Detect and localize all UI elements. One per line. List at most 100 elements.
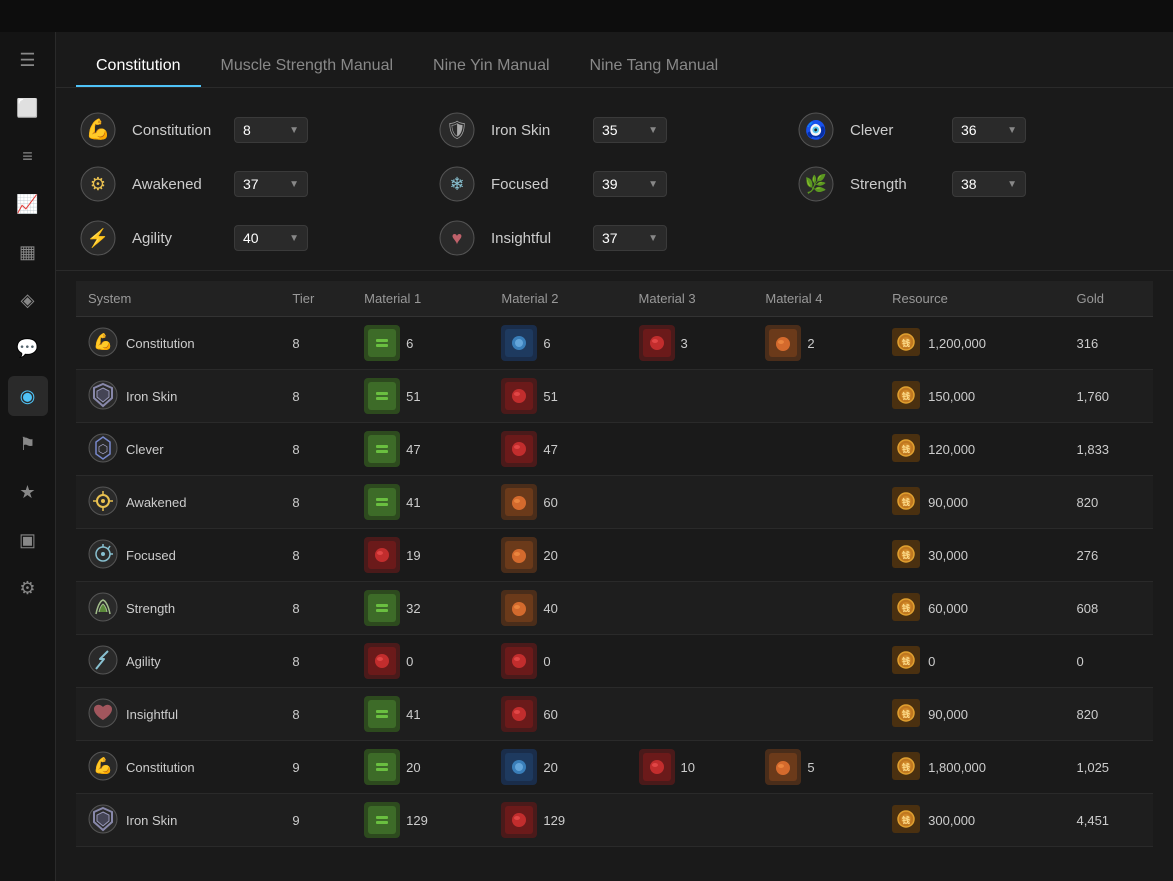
resource-cell: 钱1,800,000: [880, 741, 1064, 794]
resource-content: 钱120,000: [892, 434, 1052, 465]
circle-icon[interactable]: ◉: [8, 376, 48, 416]
resource-cell: 钱90,000: [880, 476, 1064, 529]
material-count: 129: [543, 813, 565, 828]
resource-cell: 钱1,200,000: [880, 317, 1064, 370]
system-cell: 💪Constitution: [76, 317, 280, 370]
stat-row-focused: ❄ Focused 39▼: [435, 162, 794, 206]
system-cell: Iron Skin: [76, 370, 280, 423]
tier-cell: 8: [280, 476, 352, 529]
chat-icon[interactable]: 💬: [8, 328, 48, 368]
settings-icon[interactable]: ⚙: [8, 568, 48, 608]
tier-cell: 8: [280, 317, 352, 370]
awakened-row-icon: [88, 486, 118, 519]
resource-content: 钱1,800,000: [892, 752, 1052, 783]
material-3-cell: [627, 794, 754, 847]
svg-text:💪: 💪: [93, 756, 113, 775]
resource-cell: 钱90,000: [880, 688, 1064, 741]
material-icon: [501, 590, 537, 626]
bottom-chart-icon[interactable]: ▣: [8, 520, 48, 560]
col-material-2: Material 2: [489, 281, 626, 317]
tab-constitution[interactable]: Constitution: [76, 47, 201, 87]
stat-select-iron-skin[interactable]: 35▼: [593, 117, 667, 143]
system-cell: Strength: [76, 582, 280, 635]
trending-icon[interactable]: 📈: [8, 184, 48, 224]
system-name-text: Clever: [126, 442, 164, 457]
material-2-cell: 51: [489, 370, 626, 423]
svg-text:钱: 钱: [902, 391, 910, 401]
system-name-cell: Iron Skin: [88, 804, 268, 837]
tier-cell: 8: [280, 529, 352, 582]
chart-icon[interactable]: ▦: [8, 232, 48, 272]
material-icon: [501, 484, 537, 520]
focused-icon: ❄: [435, 162, 479, 206]
system-name-text: Iron Skin: [126, 813, 177, 828]
material-icon: [364, 590, 400, 626]
material-icon: [639, 749, 675, 785]
tier-cell: 9: [280, 794, 352, 847]
coin-icon: 钱: [892, 699, 920, 730]
material-icon: [364, 431, 400, 467]
material-count: 51: [406, 389, 420, 404]
material-icon: [364, 325, 400, 361]
svg-text:🌿: 🌿: [805, 173, 827, 194]
material-3-cell: [627, 476, 754, 529]
stat-select-clever[interactable]: 36▼: [952, 117, 1026, 143]
table-row: Insightful84160钱90,000820: [76, 688, 1153, 741]
material-icon: [364, 378, 400, 414]
material-2-cell: 20: [489, 741, 626, 794]
table-section[interactable]: SystemTierMaterial 1Material 2Material 3…: [56, 271, 1173, 881]
svg-text:钱: 钱: [902, 709, 910, 719]
iron-skin-row-icon: [88, 380, 118, 413]
material-cell: 20: [501, 749, 614, 785]
tier-cell: 8: [280, 582, 352, 635]
svg-text:♥: ♥: [452, 228, 463, 248]
material-count: 5: [807, 760, 814, 775]
material-icon: [765, 325, 801, 361]
star-icon[interactable]: ★: [8, 472, 48, 512]
menu-icon[interactable]: ☰: [8, 40, 48, 80]
insightful-row-icon: [88, 698, 118, 731]
table-row: 💪Constitution92020105钱1,800,0001,025: [76, 741, 1153, 794]
stat-label-focused: Focused: [491, 176, 581, 193]
material-1-cell: 129: [352, 794, 489, 847]
system-cell: ⬡Clever: [76, 423, 280, 476]
material-2-cell: 20: [489, 529, 626, 582]
tab-nine-tang-manual[interactable]: Nine Tang Manual: [570, 47, 739, 87]
stat-label-iron-skin: Iron Skin: [491, 122, 581, 139]
svg-text:⚙: ⚙: [90, 174, 106, 194]
system-cell: 💪Constitution: [76, 741, 280, 794]
stat-select-agility[interactable]: 40▼: [234, 225, 308, 251]
stat-select-awakened[interactable]: 37▼: [234, 171, 308, 197]
svg-text:⚡: ⚡: [87, 227, 109, 249]
material-count: 20: [406, 760, 420, 775]
titlebar: [0, 0, 1173, 32]
export-icon[interactable]: ⬜: [8, 88, 48, 128]
focused-row-icon: [88, 539, 118, 572]
stat-select-focused[interactable]: 39▼: [593, 171, 667, 197]
gold-cell: 1,833: [1065, 423, 1154, 476]
table-header-row: SystemTierMaterial 1Material 2Material 3…: [76, 281, 1153, 317]
tier-cell: 9: [280, 741, 352, 794]
stat-select-insightful[interactable]: 37▼: [593, 225, 667, 251]
material-count: 47: [543, 442, 557, 457]
system-name-text: Iron Skin: [126, 389, 177, 404]
material-1-cell: 51: [352, 370, 489, 423]
material-count: 60: [543, 707, 557, 722]
stat-select-strength[interactable]: 38▼: [952, 171, 1026, 197]
material-cell: 47: [364, 431, 477, 467]
svg-text:钱: 钱: [902, 444, 910, 454]
material-4-cell: [753, 688, 880, 741]
tab-bar: ConstitutionMuscle Strength ManualNine Y…: [56, 32, 1173, 88]
stat-select-constitution[interactable]: 8▼: [234, 117, 308, 143]
tab-nine-yin-manual[interactable]: Nine Yin Manual: [413, 47, 570, 87]
system-cell: Iron Skin: [76, 794, 280, 847]
stat-row-awakened: ⚙Awakened37▼: [76, 162, 435, 206]
stat-row-iron-skin: 🛡Iron Skin35▼: [435, 108, 794, 152]
col-material-3: Material 3: [627, 281, 754, 317]
tab-muscle-strength-manual[interactable]: Muscle Strength Manual: [201, 47, 414, 87]
material-1-cell: 41: [352, 688, 489, 741]
gem-icon[interactable]: ◈: [8, 280, 48, 320]
overview-icon[interactable]: ≡: [8, 136, 48, 176]
material-1-cell: 19: [352, 529, 489, 582]
flag-icon[interactable]: ⚑: [8, 424, 48, 464]
